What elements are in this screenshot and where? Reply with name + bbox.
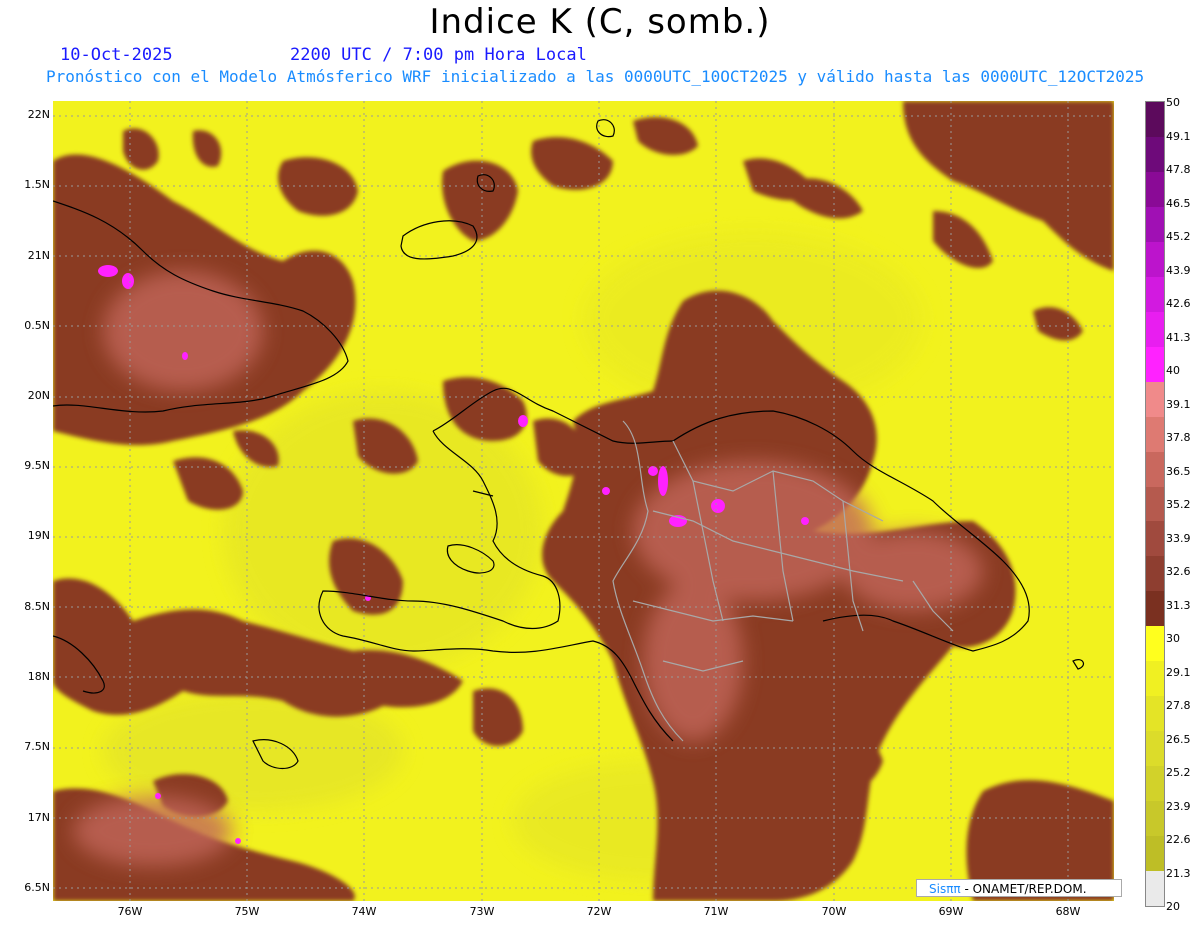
colorbar-box (1146, 556, 1164, 592)
colorbar-label: 36.5 (1166, 464, 1191, 478)
lat-tick-18-5n: 8.5N (24, 600, 50, 613)
colorbar-label: 46.5 (1166, 196, 1191, 210)
colorbar-box (1146, 871, 1164, 907)
lat-tick-21-5n: 1.5N (24, 178, 50, 191)
lat-tick-19n: 19N (27, 529, 50, 542)
lon-tick-72w: 72W (586, 905, 612, 918)
credit-box: Sisππ - ONAMET/REP.DOM. (916, 879, 1122, 897)
colorbar-label: 25.2 (1166, 766, 1191, 779)
lat-tick-20n: 20N (27, 389, 50, 402)
colorbar-label: 45.2 (1166, 230, 1191, 243)
lon-tick-71w: 71W (703, 905, 729, 918)
colorbar-label: 35.2 (1166, 498, 1191, 511)
forecast-date: 10-Oct-2025 (60, 45, 173, 65)
colorbar-box (1146, 626, 1164, 662)
colorbar-box (1146, 766, 1164, 802)
lat-tick-22n: 22N (27, 108, 50, 121)
colorbar-box (1146, 276, 1164, 313)
colorbar-label: 23.9 (1166, 799, 1191, 813)
colorbar-label: 33.9 (1166, 531, 1191, 545)
colorbar-label: 50 (1166, 96, 1180, 109)
lon-tick-70w: 70W (821, 905, 847, 918)
colorbar-box (1146, 696, 1164, 732)
colorbar-box (1146, 311, 1164, 348)
colorbar-label: 27.8 (1166, 699, 1191, 712)
map-title: Indice K (C, somb.) (429, 2, 771, 42)
colorbar-label: 41.3 (1166, 330, 1191, 344)
lat-tick-19-5n: 9.5N (24, 459, 50, 472)
lat-tick-18n: 18N (27, 670, 50, 683)
colorbar (1145, 101, 1165, 907)
lon-tick-68w: 68W (1055, 905, 1081, 918)
lat-tick-21n: 21N (27, 249, 50, 262)
colorbar-label: 39.1 (1166, 397, 1191, 411)
lat-tick-17n: 17N (27, 811, 50, 824)
map-plot-area[interactable] (53, 101, 1114, 901)
colorbar-box (1146, 836, 1164, 872)
colorbar-label: 40 (1166, 364, 1180, 377)
colorbar-box (1146, 521, 1164, 557)
forecast-valid-time: 2200 UTC / 7:00 pm Hora Local (290, 45, 587, 65)
lon-tick-75w: 75W (234, 905, 260, 918)
colorbar-label: 49.1 (1166, 129, 1191, 143)
lat-tick-17-5n: 7.5N (24, 740, 50, 753)
colorbar-label: 31.3 (1166, 598, 1191, 612)
credit-brand: Sisππ (929, 882, 961, 896)
colorbar-label: 42.6 (1166, 297, 1191, 310)
colorbar-label: 20 (1166, 900, 1180, 913)
colorbar-box (1146, 801, 1164, 837)
colorbar-box (1146, 206, 1164, 243)
lon-tick-73w: 73W (469, 905, 495, 918)
colorbar-box (1146, 731, 1164, 767)
lat-tick-16-5n: 6.5N (24, 881, 50, 894)
colorbar-label: 43.9 (1166, 263, 1191, 277)
colorbar-box (1146, 591, 1164, 627)
colorbar-box (1146, 661, 1164, 697)
colorbar-label: 29.1 (1166, 665, 1191, 679)
colorbar-box (1146, 346, 1164, 383)
colorbar-label: 30 (1166, 632, 1180, 645)
colorbar-box (1146, 416, 1164, 453)
colorbar-box (1146, 171, 1164, 208)
colorbar-box (1146, 451, 1164, 488)
colorbar-box (1146, 102, 1164, 138)
lon-tick-69w: 69W (938, 905, 964, 918)
colorbar-label: 32.6 (1166, 565, 1191, 578)
colorbar-box (1146, 136, 1164, 173)
colorbar-label: 22.6 (1166, 833, 1191, 846)
lon-tick-74w: 74W (351, 905, 377, 918)
colorbar-box (1146, 241, 1164, 278)
colorbar-label: 21.3 (1166, 866, 1191, 880)
colorbar-label: 47.8 (1166, 163, 1191, 176)
forecast-subtitle: Pronóstico con el Modelo Atmósferico WRF… (46, 67, 1145, 86)
colorbar-label: 37.8 (1166, 431, 1191, 444)
lon-tick-76w: 76W (117, 905, 143, 918)
lat-tick-20-5n: 0.5N (24, 319, 50, 332)
credit-org: - ONAMET/REP.DOM. (960, 882, 1087, 896)
colorbar-box (1146, 381, 1164, 418)
colorbar-label: 26.5 (1166, 732, 1191, 746)
colorbar-box (1146, 486, 1164, 522)
